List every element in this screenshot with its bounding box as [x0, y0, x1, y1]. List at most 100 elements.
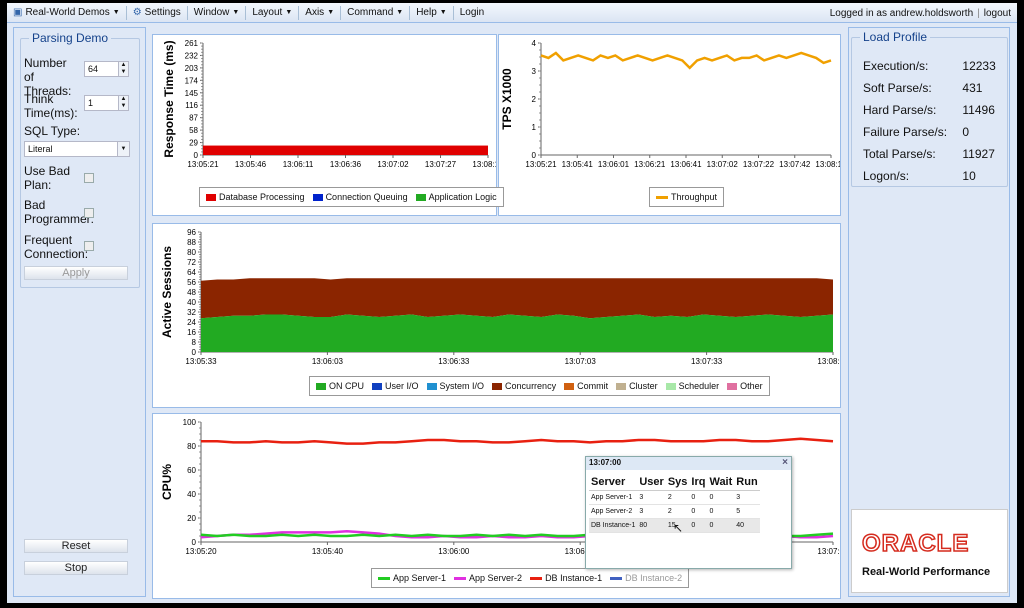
menu-label: Window	[193, 7, 230, 18]
legend-swatch	[564, 382, 575, 390]
think-time-label: Think Time(ms):	[24, 92, 78, 120]
load-profile-panel: Load Profile Execution/s: 12233 Soft Parse…	[848, 27, 1010, 597]
legend-item-app-server-2[interactable]: App Server-2	[454, 573, 522, 583]
threads-input[interactable]: 64	[84, 61, 119, 77]
menu-real-world-demos[interactable]: ▣ Real-World Demos ▼	[7, 3, 126, 23]
user-status: Logged in as andrew.holdsworth | logout	[830, 3, 1011, 23]
tooltip-row: App Server-2 3 2 0 0 5	[589, 504, 760, 519]
legend-item-user-i-o[interactable]: User I/O	[372, 381, 419, 391]
y-tick-label: 261	[185, 39, 199, 48]
menu-settings[interactable]: ⚙ Settings	[127, 3, 187, 23]
x-tick-label: 13:06:01	[598, 160, 630, 169]
load-profile-label: Soft Parse/s:	[863, 81, 932, 95]
load-profile-fieldset: Load Profile Execution/s: 12233 Soft Parse…	[851, 30, 1008, 187]
menu-window[interactable]: Window ▼	[188, 3, 246, 23]
think-time-stepper[interactable]: ▲ ▼	[118, 95, 129, 111]
legend-item-commit[interactable]: Commit	[564, 381, 608, 391]
legend-item-db-instance-2[interactable]: DB Instance-2	[610, 573, 682, 583]
response-time-legend: Database Processing Connection Queuing App…	[199, 187, 504, 207]
menu-help[interactable]: Help ▼	[410, 3, 453, 23]
y-tick-label: 32	[187, 308, 196, 317]
bad-programmer-checkbox[interactable]	[84, 208, 94, 218]
bad-plan-checkbox[interactable]	[84, 173, 94, 183]
legend-swatch	[316, 382, 326, 390]
chevron-down-icon: ▼	[285, 9, 293, 16]
tooltip-row: App Server-1 3 2 0 0 3	[589, 490, 760, 505]
reset-button[interactable]: Reset	[24, 539, 128, 553]
legend-item-system-i-o[interactable]: System I/O	[426, 381, 484, 391]
x-tick-label: 13:07:27	[425, 160, 457, 169]
y-tick-label: 20	[187, 514, 196, 523]
apply-button[interactable]: Apply	[24, 266, 128, 280]
tooltip-column-header: Server	[589, 474, 638, 491]
menu-axis[interactable]: Axis ▼	[299, 3, 340, 23]
legend-item-cluster[interactable]: Cluster	[616, 381, 658, 391]
load-profile-label: Execution/s:	[863, 59, 929, 73]
legend-item-on-cpu[interactable]: ON CPU	[316, 381, 364, 391]
x-tick-label: 13:06:36	[330, 160, 362, 169]
legend-item-scheduler[interactable]: Scheduler	[665, 381, 719, 391]
menu-command[interactable]: Command ▼	[341, 3, 409, 23]
x-tick-label: 13:07:03	[565, 357, 597, 366]
menu-login[interactable]: Login	[454, 3, 490, 23]
load-profile-label: Failure Parse/s:	[863, 125, 948, 139]
y-tick-label: 203	[185, 64, 199, 73]
sql-type-select[interactable]: Literal	[24, 141, 128, 157]
y-tick-label: 100	[183, 418, 197, 427]
load-profile-value: 12233	[962, 59, 996, 73]
db-instance-1-line	[201, 437, 834, 445]
on-cpu-area	[201, 314, 833, 352]
bad-programmer-label: Bad Programmer:	[24, 198, 95, 226]
y-tick-label: 0	[192, 348, 197, 357]
sql-type-label: SQL Type:	[24, 124, 81, 138]
legend-item-concurrency[interactable]: Concurrency	[492, 381, 556, 391]
legend-item-app-server-1[interactable]: App Server-1	[378, 573, 446, 583]
threads-stepper[interactable]: ▲ ▼	[118, 61, 129, 77]
frequent-connection-checkbox[interactable]	[84, 241, 94, 251]
legend-label: Cluster	[629, 381, 658, 391]
window-icon: ▣	[13, 7, 23, 18]
oracle-logo: ORACLE	[861, 529, 970, 558]
legend-item-db-instance-1[interactable]: DB Instance-1	[530, 573, 602, 583]
y-tick-label: 48	[187, 288, 196, 297]
legend-item-other[interactable]: Other	[727, 381, 763, 391]
chevron-down-icon[interactable]: ▼	[117, 141, 130, 157]
tooltip-cell: 0	[707, 504, 735, 519]
legend-item-throughput[interactable]: Throughput	[656, 192, 717, 202]
y-tick-label: 58	[189, 126, 198, 135]
chevron-down-icon: ▼	[232, 9, 240, 16]
x-tick-label: 13:06:03	[312, 357, 344, 366]
legend-label: ON CPU	[329, 381, 365, 391]
y-tick-label: 116	[185, 101, 198, 110]
oracle-tagline: Real-World Performance	[862, 566, 991, 578]
y-tick-label: 60	[187, 466, 196, 475]
x-tick-label: 13:06:11	[283, 160, 314, 169]
menu-layout[interactable]: Layout ▼	[246, 3, 298, 23]
think-time-input[interactable]: 1	[84, 95, 119, 111]
tooltip-cell: 0	[689, 504, 708, 519]
x-tick-label: 13:05:33	[185, 357, 217, 366]
x-tick-label: 13:06:33	[438, 357, 470, 366]
cpu-legend: App Server-1 App Server-2 DB Instance-1 DB …	[371, 568, 690, 588]
legend-item-connection-queuing[interactable]: Connection Queuing	[312, 192, 408, 202]
tooltip-cell: DB Instance-1	[589, 518, 638, 533]
stop-button[interactable]: Stop	[24, 561, 128, 575]
x-tick-label: 13:07:02	[377, 160, 409, 169]
oracle-branding: ORACLE Real-World Performance	[851, 509, 1008, 593]
close-icon[interactable]: ×	[782, 457, 788, 468]
tooltip-time: 13:07:00	[589, 458, 622, 467]
y-tick-label: 174	[185, 76, 199, 85]
menu-label: Real-World Demos	[25, 7, 110, 18]
legend-item-application-logic[interactable]: Application Logic	[415, 192, 497, 202]
tooltip-cell: 0	[707, 518, 735, 533]
tooltip-cell: 3	[734, 490, 760, 505]
status-separator: |	[977, 7, 980, 19]
parsing-title: Parsing Demo	[29, 31, 112, 45]
legend-swatch	[426, 382, 437, 390]
active-sessions-legend: ON CPU User I/O System I/O Concurrency Commi…	[309, 376, 770, 396]
database-processing-area	[203, 145, 488, 155]
legend-item-database-processing[interactable]: Database Processing	[206, 192, 305, 202]
logout-link[interactable]: logout	[984, 8, 1011, 19]
y-tick-label: 2	[532, 95, 537, 104]
y-tick-label: 87	[189, 114, 198, 123]
